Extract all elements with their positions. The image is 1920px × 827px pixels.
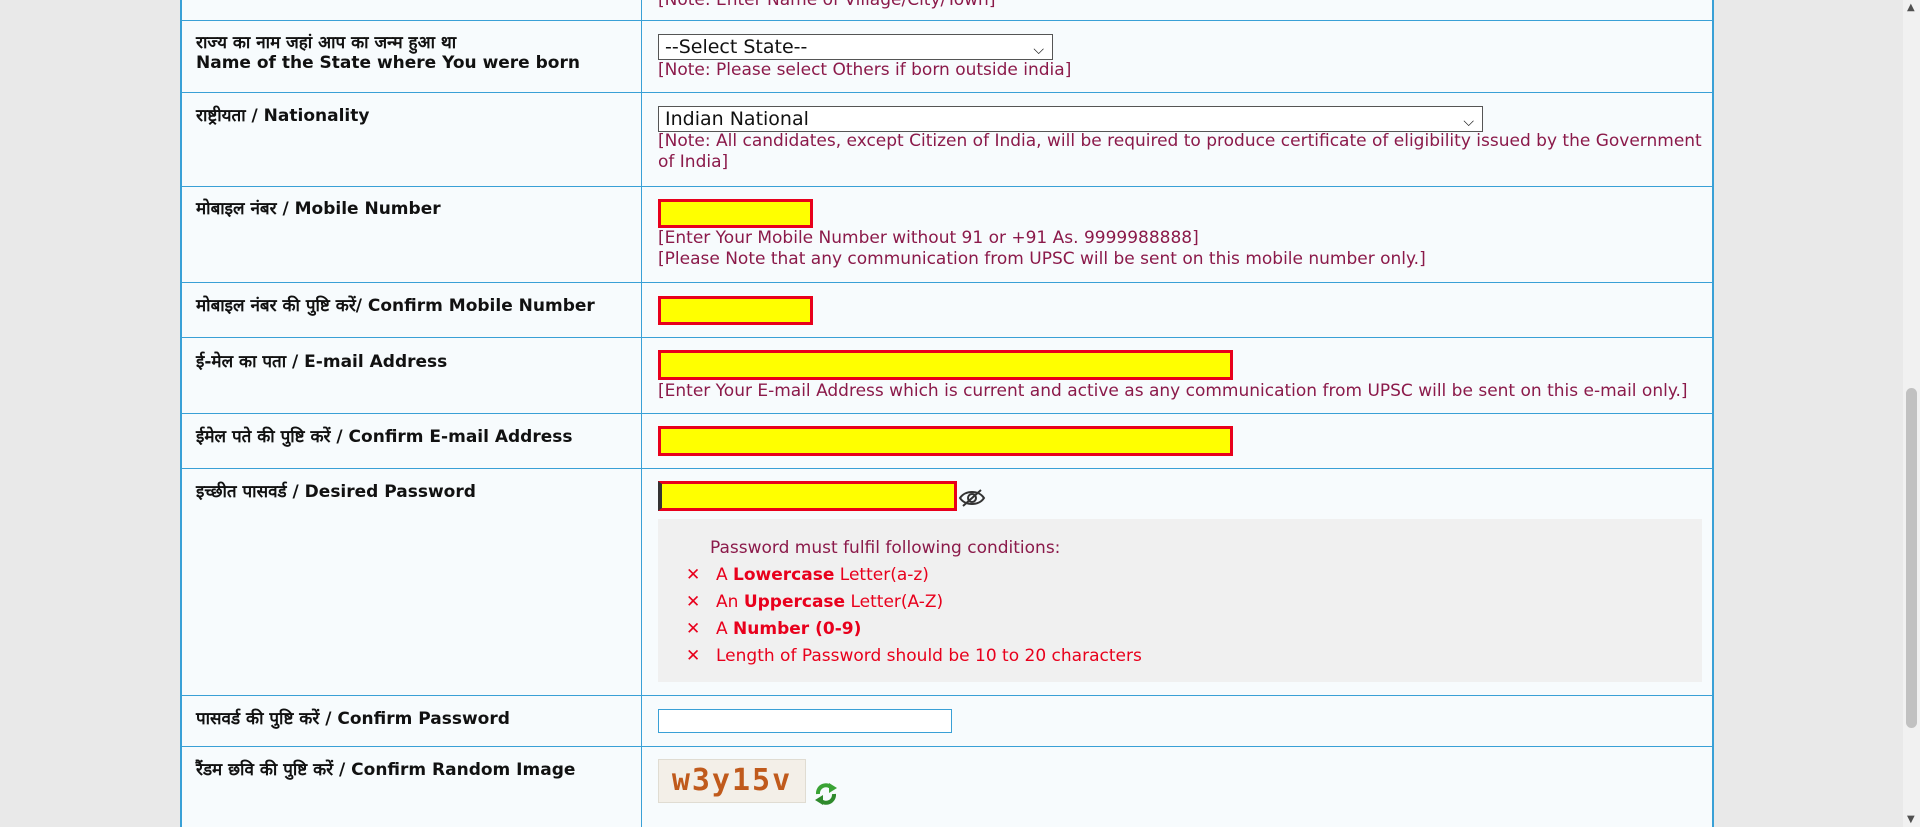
confirm-password-label: पासवर्ड की पुष्टि करें / Confirm Passwor… [196, 709, 510, 729]
mobile-note-format: [Enter Your Mobile Number without 91 or … [658, 228, 1199, 248]
cross-icon: ✕ [686, 592, 701, 612]
state-select[interactable]: --Select State-- ⌵ [658, 34, 1053, 60]
password-conditions-panel: Password must fulfil following condition… [658, 519, 1702, 682]
scrollbar[interactable]: ▲ ▼ [1903, 0, 1920, 827]
refresh-icon[interactable] [812, 780, 840, 808]
email-note: [Enter Your E-mail Address which is curr… [658, 381, 1688, 401]
password-input[interactable] [658, 481, 957, 511]
mobile-label: मोबाइल नंबर / Mobile Number [196, 199, 441, 219]
nationality-label: राष्ट्रीयता / Nationality [196, 106, 370, 126]
state-note: [Note: Please select Others if born outs… [658, 60, 1072, 80]
condition-uppercase: ✕ An Uppercase Letter(A-Z) [686, 592, 944, 612]
condition-lowercase: ✕ A Lowercase Letter(a-z) [686, 565, 929, 585]
confirm-password-input[interactable] [658, 709, 952, 733]
confirm-email-input[interactable] [658, 426, 1233, 456]
nationality-note: [Note: All candidates, except Citizen of… [658, 131, 1702, 172]
form-row-state: राज्य का नाम जहां आप का जन्म हुआ था Name… [182, 21, 1712, 93]
confirm-mobile-input[interactable] [658, 296, 813, 325]
captcha-image: w3y15v [658, 759, 806, 803]
mobile-input[interactable] [658, 199, 813, 228]
email-label: ई-मेल का पता / E-mail Address [196, 352, 448, 372]
scroll-down-icon[interactable]: ▼ [1907, 814, 1915, 825]
confirm-mobile-label: मोबाइल नंबर की पुष्टि करें/ Confirm Mobi… [196, 296, 595, 316]
form-row-captcha: रैंडम छवि की पुष्टि करें / Confirm Rando… [182, 747, 1712, 827]
scroll-up-icon[interactable]: ▲ [1907, 2, 1915, 13]
confirm-email-label: ईमेल पते की पुष्टि करें / Confirm E-mail… [196, 427, 573, 447]
nationality-select[interactable]: Indian National ⌵ [658, 106, 1483, 132]
captcha-label: रैंडम छवि की पुष्टि करें / Confirm Rando… [196, 760, 576, 780]
form-row-nationality: राष्ट्रीयता / Nationality Indian Nationa… [182, 93, 1712, 187]
cross-icon: ✕ [686, 565, 701, 585]
form-row-mobile: मोबाइल नंबर / Mobile Number [Enter Your … [182, 187, 1712, 283]
condition-length: ✕ Length of Password should be 10 to 20 c… [686, 646, 1142, 666]
form-row-email: ई-मेल का पता / E-mail Address [Enter You… [182, 338, 1712, 414]
password-label: इच्छीत पासवर्ड / Desired Password [196, 482, 476, 502]
registration-form: [Note: Enter Name of Village/City/Town] … [180, 0, 1714, 827]
condition-number: ✕ A Number (0-9) [686, 619, 862, 639]
cross-icon: ✕ [686, 646, 701, 666]
cross-icon: ✕ [686, 619, 701, 639]
form-row-confirm-email: ईमेल पते की पुष्टि करें / Confirm E-mail… [182, 414, 1712, 469]
form-row-birthplace: [Note: Enter Name of Village/City/Town] [182, 0, 1712, 21]
chevron-down-icon: ⌵ [1033, 42, 1044, 58]
birthplace-note: [Note: Enter Name of Village/City/Town] [658, 0, 996, 10]
email-input[interactable] [658, 350, 1233, 380]
password-conditions-title: Password must fulfil following condition… [710, 538, 1061, 558]
state-label: राज्य का नाम जहां आप का जन्म हुआ था Name… [196, 33, 580, 73]
form-row-confirm-mobile: मोबाइल नंबर की पुष्टि करें/ Confirm Mobi… [182, 283, 1712, 338]
eye-slash-icon[interactable] [958, 487, 986, 509]
mobile-note-communication: [Please Note that any communication from… [658, 249, 1426, 269]
scrollbar-thumb[interactable] [1906, 388, 1917, 728]
